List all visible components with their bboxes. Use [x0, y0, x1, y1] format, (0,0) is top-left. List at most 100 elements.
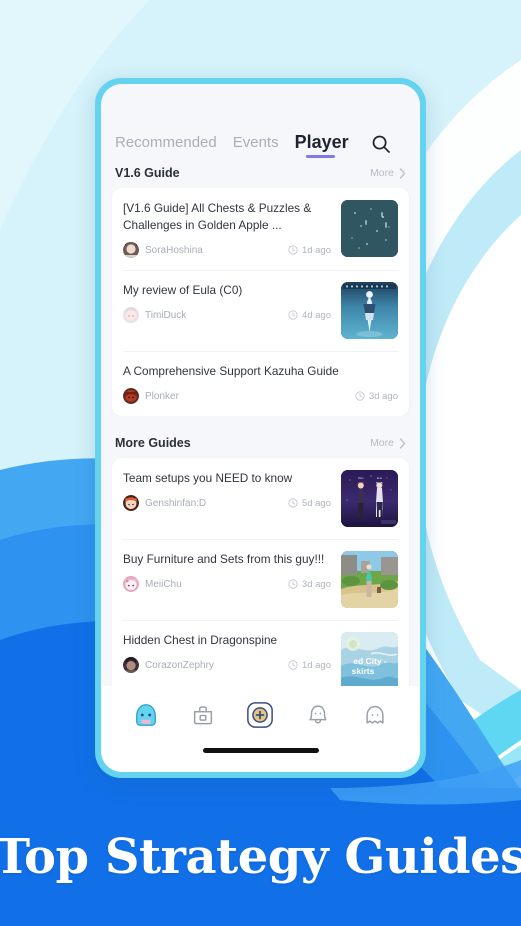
nav-notifications-button[interactable]: [301, 700, 335, 734]
tab-events-label: Events: [232, 134, 279, 151]
list-item-body: Team setups you NEED to know Genshinfan:…: [123, 470, 331, 511]
hero-banner: Top Strategy Guides: [0, 788, 521, 926]
home-indicator-bar[interactable]: [202, 748, 319, 753]
list-item[interactable]: Buy Furniture and Sets from this guy!!!: [112, 539, 409, 620]
list-item-body: Hidden Chest in Dragonspine CorazonZephr…: [123, 632, 331, 673]
ghost-profile-icon: [362, 702, 388, 733]
author-name: SoraHoshina: [145, 244, 203, 256]
list-item[interactable]: A Comprehensive Support Kazuha Guide Plo…: [112, 351, 409, 416]
clock-icon: [355, 391, 365, 401]
thumbnail: Diluc Eula: [341, 470, 398, 527]
bell-notification-icon: [305, 702, 331, 733]
tab-player-label: Player: [294, 132, 349, 152]
list-item-body: [V1.6 Guide] All Chests & Puzzles & Chal…: [123, 200, 331, 258]
author: SoraHoshina: [123, 242, 203, 258]
avatar: [123, 495, 139, 511]
list-item-meta: Genshinfan:D 5d ago: [123, 495, 331, 511]
top-tab-bar: Recommended Events Player: [101, 84, 420, 160]
avatar: [123, 307, 139, 323]
avatar: [123, 242, 139, 258]
svg-text:skirts: skirts: [352, 666, 375, 676]
nav-add-button[interactable]: [243, 700, 277, 734]
screenshot-stage: Recommended Events Player V1.6 Guide Mor…: [0, 0, 521, 926]
section-more-button[interactable]: More: [370, 437, 406, 449]
author-name: CorazonZephry: [145, 659, 214, 671]
section-title: More Guides: [115, 436, 191, 450]
clock-icon: [288, 660, 298, 670]
bottom-navigation-bar: [101, 686, 420, 748]
list-item-title: Team setups you NEED to know: [123, 471, 293, 485]
section-title: V1.6 Guide: [115, 166, 180, 180]
author: MeiiChu: [123, 576, 182, 592]
section-more-label: More: [370, 437, 394, 449]
author-name: Genshinfan:D: [145, 497, 207, 509]
author: Plonker: [123, 388, 179, 404]
plus-badge-icon: [246, 701, 274, 734]
clock-icon: [288, 498, 298, 508]
svg-text:ed City -: ed City -: [353, 656, 387, 666]
toolbox-icon: [190, 702, 216, 733]
avatar: [123, 657, 139, 673]
nav-profile-button[interactable]: [358, 700, 392, 734]
list-item[interactable]: [V1.6 Guide] All Chests & Puzzles & Chal…: [112, 188, 409, 270]
timestamp-label: 5d ago: [301, 497, 331, 509]
avatar: [123, 576, 139, 592]
guide-card-v16: [V1.6 Guide] All Chests & Puzzles & Chal…: [112, 188, 409, 416]
section-more-button[interactable]: More: [370, 167, 406, 179]
list-item-body: Buy Furniture and Sets from this guy!!!: [123, 551, 331, 592]
tab-recommended[interactable]: Recommended: [115, 133, 217, 160]
slime-home-icon: [133, 702, 159, 733]
timestamp: 1d ago: [288, 245, 331, 256]
tab-player[interactable]: Player: [295, 132, 349, 160]
section-header-v16-guide: V1.6 Guide More: [101, 160, 420, 188]
author: TimiDuck: [123, 307, 186, 323]
clock-icon: [288, 245, 298, 255]
avatar: [123, 388, 139, 404]
list-item-meta: MeiiChu 3d ago: [123, 576, 331, 592]
chevron-right-icon: [399, 167, 406, 179]
section-more-label: More: [370, 167, 394, 179]
phone-screen: Recommended Events Player V1.6 Guide Mor…: [101, 84, 420, 772]
timestamp-label: 3d ago: [368, 390, 398, 402]
guide-card-more: Team setups you NEED to know Genshinfan:…: [112, 458, 409, 686]
list-item-title: Hidden Chest in Dragonspine: [123, 633, 278, 647]
timestamp-label: 3d ago: [301, 578, 331, 590]
list-item-body: A Comprehensive Support Kazuha Guide Plo…: [123, 363, 398, 404]
list-item[interactable]: My review of Eula (C0) TimiDuck 4d ago: [112, 270, 409, 351]
list-item[interactable]: Team setups you NEED to know Genshinfan:…: [112, 458, 409, 539]
list-item-body: My review of Eula (C0) TimiDuck 4d ago: [123, 282, 331, 323]
section-spacer: [101, 416, 420, 430]
timestamp-label: 4d ago: [301, 309, 331, 321]
nav-home-button[interactable]: [129, 700, 163, 734]
active-tab-underline: [305, 155, 335, 158]
timestamp: 5d ago: [288, 498, 331, 509]
search-icon[interactable]: [371, 134, 391, 154]
thumbnail: [341, 200, 398, 257]
author: CorazonZephry: [123, 657, 214, 673]
app-content-scroll[interactable]: Recommended Events Player V1.6 Guide Mor…: [101, 84, 420, 686]
chevron-right-icon: [399, 437, 406, 449]
list-item-title: Buy Furniture and Sets from this guy!!!: [123, 552, 325, 566]
hero-headline: Top Strategy Guides: [0, 829, 521, 885]
svg-text:Eula: Eula: [377, 476, 383, 480]
tab-events[interactable]: Events: [233, 133, 279, 160]
list-item-title: A Comprehensive Support Kazuha Guide: [123, 364, 339, 378]
nav-toolbox-button[interactable]: [186, 700, 220, 734]
thumbnail: [341, 551, 398, 608]
author-name: MeiiChu: [145, 578, 182, 590]
author-name: Plonker: [145, 390, 179, 402]
home-indicator-area: [101, 748, 420, 772]
clock-icon: [288, 579, 298, 589]
timestamp: 4d ago: [288, 310, 331, 321]
list-item-meta: CorazonZephry 1d ago: [123, 657, 331, 673]
timestamp-label: 1d ago: [301, 659, 331, 671]
list-item[interactable]: Hidden Chest in Dragonspine CorazonZephr…: [112, 620, 409, 686]
clock-icon: [288, 310, 298, 320]
list-item-title: [V1.6 Guide] All Chests & Puzzles & Chal…: [123, 201, 312, 232]
author: Genshinfan:D: [123, 495, 206, 511]
svg-text:Diluc: Diluc: [358, 476, 364, 480]
timestamp: 3d ago: [288, 579, 331, 590]
list-item-title: My review of Eula (C0): [123, 283, 243, 297]
list-item-meta: SoraHoshina 1d ago: [123, 242, 331, 258]
timestamp: 3d ago: [355, 391, 398, 402]
